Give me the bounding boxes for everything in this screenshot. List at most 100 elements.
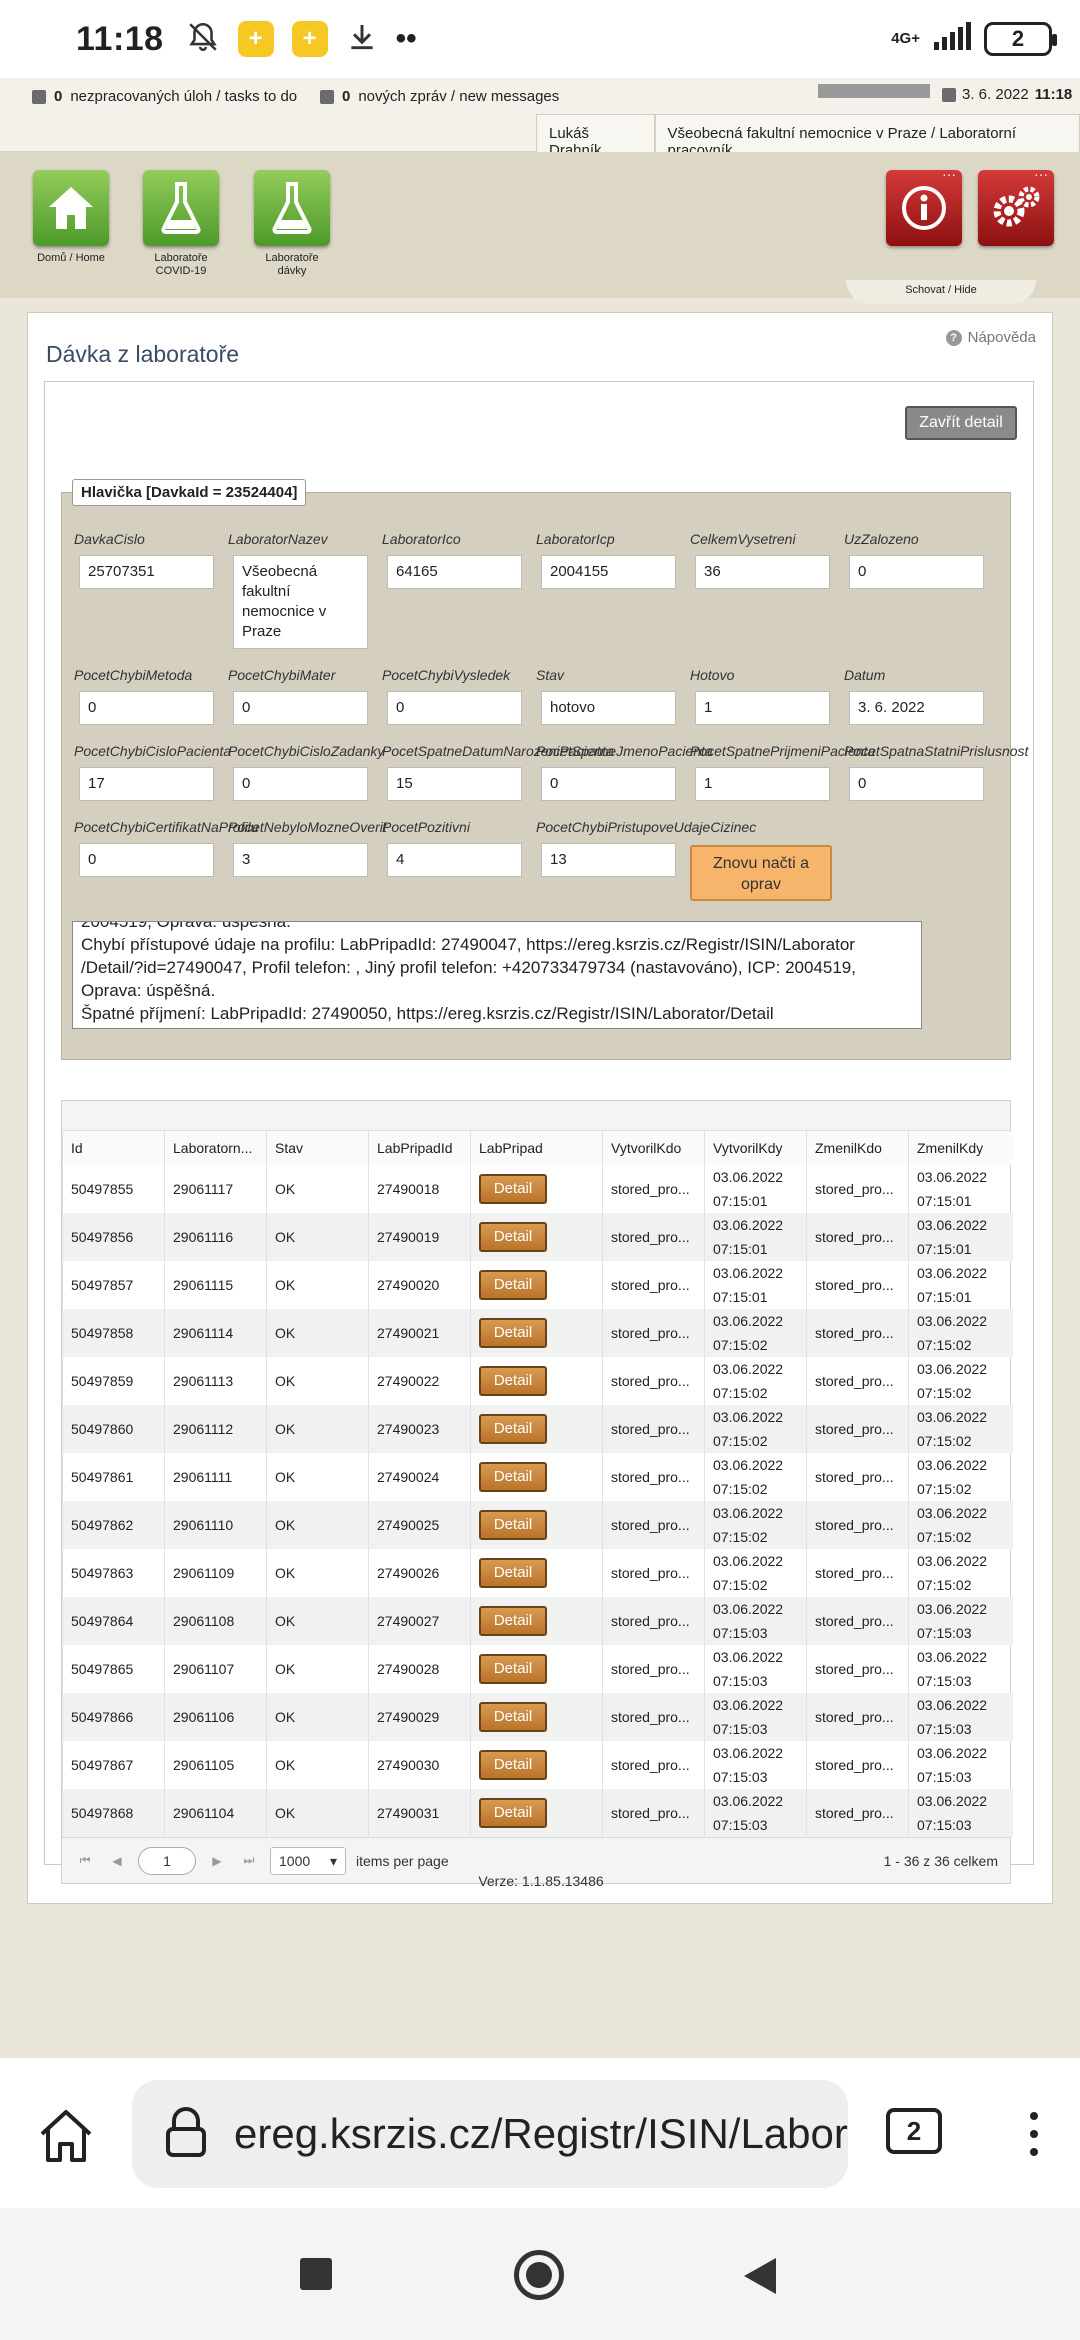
detail-button[interactable]: Detail <box>479 1606 547 1636</box>
home-nav-icon[interactable] <box>514 2250 564 2300</box>
table-row[interactable]: 50497860 29061112 OK 27490023 Detail stored_p… <box>62 1405 1013 1453</box>
detail-button[interactable]: Detail <box>479 1270 547 1300</box>
settings-button[interactable] <box>978 166 1054 246</box>
detail-button[interactable]: Detail <box>479 1462 547 1492</box>
field-value[interactable]: hotovo <box>541 691 676 725</box>
detail-button[interactable]: Detail <box>479 1414 547 1444</box>
last-page-icon[interactable]: ⏭ <box>238 1853 260 1868</box>
field-value[interactable]: 13 <box>541 843 676 877</box>
field-value[interactable]: 4 <box>387 843 522 877</box>
table-row[interactable]: 50497868 29061104 OK 27490031 Detail stored_p… <box>62 1789 1013 1837</box>
column-header[interactable]: VytvorilKdy <box>704 1131 807 1165</box>
reload-and-fix-button[interactable]: Znovu načti a oprav <box>690 845 832 901</box>
home-button[interactable]: Domů / Home <box>33 170 109 265</box>
detail-button[interactable]: Detail <box>479 1174 547 1204</box>
field-value[interactable]: 0 <box>849 767 984 801</box>
field-value[interactable]: 0 <box>233 767 368 801</box>
detail-button[interactable]: Detail <box>479 1702 547 1732</box>
app-toolbar: Domů / Home Laboratoře COVID-19 Laborato… <box>0 152 1080 304</box>
detail-button[interactable]: Detail <box>479 1750 547 1780</box>
next-page-icon[interactable]: ▶ <box>206 1854 228 1868</box>
table-row[interactable]: 50497862 29061110 OK 27490025 Detail stored_p… <box>62 1501 1013 1549</box>
page-size-select[interactable]: 1000 ▾ <box>270 1846 346 1875</box>
current-date: 3. 6. 2022 <box>962 86 1029 103</box>
table-row[interactable]: 50497855 29061117 OK 27490018 Detail stored_p… <box>62 1165 1013 1213</box>
column-header[interactable]: ZmenilKdo <box>806 1131 909 1165</box>
tasks-link[interactable]: 0 nezpracovaných úloh / tasks to do <box>32 88 297 105</box>
table-row[interactable]: 50497859 29061113 OK 27490022 Detail stored_p… <box>62 1357 1013 1405</box>
table-row[interactable]: 50497865 29061107 OK 27490028 Detail stored_p… <box>62 1645 1013 1693</box>
date-part: 03.06.2022 <box>713 1409 784 1425</box>
column-header[interactable]: Laboratorn... <box>164 1131 267 1165</box>
lab-batches-button[interactable]: Laboratoře dávky <box>254 170 330 278</box>
column-header[interactable]: LabPripadId <box>368 1131 471 1165</box>
column-header[interactable]: ZmenilKdy <box>908 1131 1013 1165</box>
field-value[interactable]: 25707351 <box>79 555 214 589</box>
field-value[interactable]: 1 <box>695 691 830 725</box>
home-icon <box>33 170 109 246</box>
detail-button[interactable]: Detail <box>479 1318 547 1348</box>
column-header[interactable]: LabPripad <box>470 1131 603 1165</box>
browser-menu-icon[interactable] <box>1030 2112 1038 2166</box>
detail-button[interactable]: Detail <box>479 1798 547 1828</box>
lock-icon[interactable] <box>162 2105 210 2164</box>
date-part: 03.06.2022 <box>917 1553 988 1569</box>
table-cell: stored_pro... <box>806 1261 909 1309</box>
table-cell: 03.06.2022 07:15:03 <box>908 1645 1013 1693</box>
close-detail-button[interactable]: Zavřít detail <box>905 406 1017 440</box>
field-value[interactable]: 3 <box>233 843 368 877</box>
page-number-input[interactable]: 1 <box>138 1846 196 1875</box>
first-page-icon[interactable]: ⏮ <box>74 1853 96 1868</box>
detail-button[interactable]: Detail <box>479 1222 547 1252</box>
table-row[interactable]: 50497866 29061106 OK 27490029 Detail stored_p… <box>62 1693 1013 1741</box>
table-row[interactable]: 50497856 29061116 OK 27490019 Detail stored_p… <box>62 1213 1013 1261</box>
field-value[interactable]: 36 <box>695 555 830 589</box>
column-header[interactable]: Stav <box>266 1131 369 1165</box>
table-row[interactable]: 50497863 29061109 OK 27490026 Detail stored_p… <box>62 1549 1013 1597</box>
table-cell: 27490029 <box>368 1693 471 1741</box>
back-icon[interactable] <box>742 2256 778 2301</box>
column-header[interactable]: VytvorilKdo <box>602 1131 705 1165</box>
recents-icon[interactable] <box>300 2258 332 2290</box>
detail-button[interactable]: Detail <box>479 1366 547 1396</box>
table-row[interactable]: 50497857 29061115 OK 27490020 Detail stored_p… <box>62 1261 1013 1309</box>
field-value[interactable]: 64165 <box>387 555 522 589</box>
messages-icon <box>320 89 334 104</box>
table-cell: 29061109 <box>164 1549 267 1597</box>
table-row[interactable]: 50497861 29061111 OK 27490024 Detail stored_p… <box>62 1453 1013 1501</box>
detail-button[interactable]: Detail <box>479 1510 547 1540</box>
help-link[interactable]: ? Nápověda <box>945 329 1036 346</box>
messages-link[interactable]: 0 nových zpráv / new messages <box>320 88 559 105</box>
home-icon[interactable] <box>36 2108 96 2169</box>
field-value[interactable]: 0 <box>387 691 522 725</box>
field-value[interactable]: 2004155 <box>541 555 676 589</box>
detail-button[interactable]: Detail <box>479 1558 547 1588</box>
field-value[interactable]: 1 <box>695 767 830 801</box>
field-value[interactable]: 0 <box>849 555 984 589</box>
table-cell: 50497859 <box>62 1357 165 1405</box>
field-value[interactable]: 0 <box>541 767 676 801</box>
info-button[interactable] <box>886 166 962 246</box>
column-header[interactable]: Id <box>62 1131 165 1165</box>
covid-labs-button[interactable]: Laboratoře COVID-19 <box>143 170 219 278</box>
tab-switcher-button[interactable]: 2 <box>886 2108 942 2154</box>
field-value[interactable]: Všeobecná fakultní nemocnice v Praze <box>233 555 368 649</box>
field-value[interactable]: 17 <box>79 767 214 801</box>
field-value[interactable]: 0 <box>79 843 214 877</box>
detail-button[interactable]: Detail <box>479 1654 547 1684</box>
download-icon <box>346 21 378 58</box>
address-bar[interactable]: ereg.ksrzis.cz/Registr/ISIN/Laborator/De… <box>132 2080 848 2188</box>
field-value[interactable]: 0 <box>233 691 368 725</box>
field-value[interactable]: 3. 6. 2022 <box>849 691 984 725</box>
field-value[interactable]: 15 <box>387 767 522 801</box>
hide-toolbar-button[interactable]: Schovat / Hide <box>846 280 1036 304</box>
table-row[interactable]: 50497867 29061105 OK 27490030 Detail stored_p… <box>62 1741 1013 1789</box>
table-row[interactable]: 50497858 29061114 OK 27490021 Detail stored_p… <box>62 1309 1013 1357</box>
field-value[interactable]: 0 <box>79 691 214 725</box>
batch-log-textarea[interactable]: 2004519, Oprava: úspěšná. Chybí přístupo… <box>72 921 922 1029</box>
field-pocetchybipristupoveudaje: PocetChybiPristupoveUdajeCizinec 13 <box>536 819 756 877</box>
table-cell: 03.06.2022 07:15:02 <box>704 1357 807 1405</box>
lab-batches-label: Laboratoře dávky <box>265 252 319 277</box>
prev-page-icon[interactable]: ◀ <box>106 1854 128 1868</box>
table-row[interactable]: 50497864 29061108 OK 27490027 Detail stored_p… <box>62 1597 1013 1645</box>
